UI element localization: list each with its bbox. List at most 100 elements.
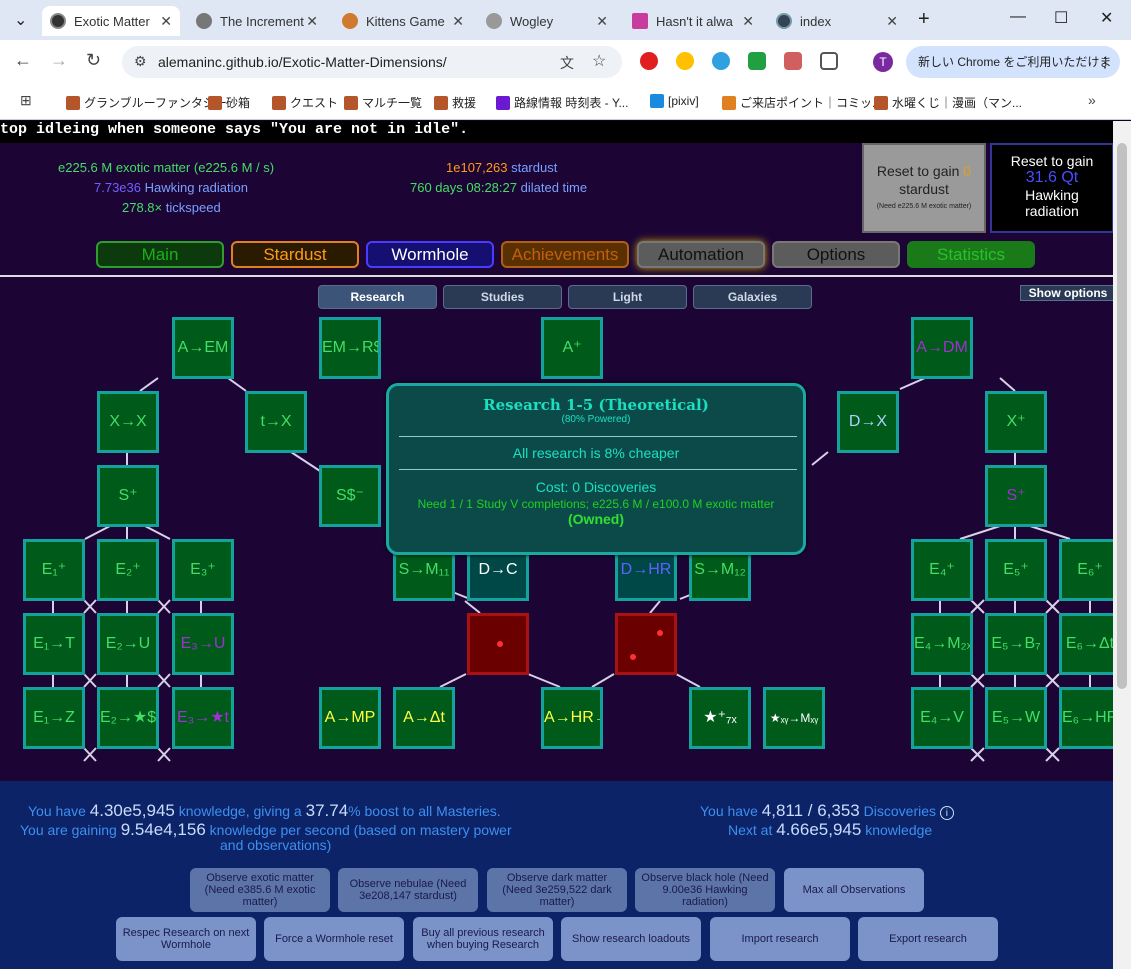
research-node[interactable]: E₅→B₇ [985, 613, 1047, 675]
profile-avatar[interactable]: T [873, 52, 893, 72]
maximize-icon[interactable]: ☐ [1054, 8, 1068, 28]
extensions-puzzle-icon[interactable] [820, 52, 838, 70]
respec-research-button[interactable]: Respec Research on next Wormhole [116, 917, 256, 961]
close-icon[interactable]: ✕ [596, 13, 608, 30]
close-icon[interactable]: ✕ [886, 13, 898, 30]
research-node[interactable]: t→X [245, 391, 307, 453]
research-node[interactable]: E₁→Z [23, 687, 85, 749]
research-node[interactable]: E₅⁺ [985, 539, 1047, 601]
reload-icon[interactable]: ↻ [86, 50, 101, 71]
bookmark-item[interactable]: マルチ一覧 [344, 94, 422, 111]
observe-nebulae-button[interactable]: Observe nebulae (Need 3e208,147 stardust… [338, 868, 478, 912]
research-node[interactable]: S⁺ [97, 465, 159, 527]
bookmark-item[interactable]: 砂箱 [208, 94, 250, 111]
research-node[interactable]: E₃⁺ [172, 539, 234, 601]
extension-folder-icon[interactable] [784, 52, 802, 70]
research-node[interactable]: E₂→U [97, 613, 159, 675]
observe-black-hole-button[interactable]: Observe black hole (Need 9.00e36 Hawking… [635, 868, 775, 912]
research-node[interactable]: E₁⁺ [23, 539, 85, 601]
address-bar[interactable]: ⚙ alemaninc.github.io/Exotic-Matter-Dime… [122, 46, 622, 78]
close-icon[interactable]: ✕ [160, 13, 172, 30]
research-node[interactable]: E₅→W [985, 687, 1047, 749]
browser-tab-increment[interactable]: The Increment ✕ [188, 6, 326, 36]
close-icon[interactable]: ✕ [452, 13, 464, 30]
site-info-icon[interactable]: ⚙ [134, 53, 147, 70]
info-icon[interactable]: i [939, 806, 954, 820]
research-node[interactable]: E₄→M₂ₓ [911, 613, 973, 675]
research-node[interactable]: EM→R$ [319, 317, 381, 379]
research-node[interactable]: X⁺ [985, 391, 1047, 453]
translate-icon[interactable]: 文 [560, 53, 574, 73]
extension-p-icon[interactable] [712, 52, 730, 70]
browser-tab-hasnt[interactable]: Hasn't it alwa ✕ [624, 6, 762, 36]
menu-icon[interactable]: ⋮ [1098, 46, 1112, 78]
extension-stop-icon[interactable] [640, 52, 658, 70]
tab-search-icon[interactable]: ⌄ [14, 10, 27, 30]
research-node[interactable]: ★⁺₇ₓ [689, 687, 751, 749]
chrome-update-button[interactable]: 新しい Chrome をご利用いただけます⋮ [906, 46, 1120, 101]
research-node[interactable]: E₄⁺ [911, 539, 973, 601]
research-node[interactable]: E₆→HR [1059, 687, 1121, 749]
minimize-icon[interactable]: — [1010, 8, 1026, 26]
research-node[interactable]: E₁→T [23, 613, 85, 675]
locked-research-node[interactable] [615, 613, 677, 675]
browser-tab-wogley[interactable]: Wogley ✕ [478, 6, 616, 36]
research-node-label: D→C [478, 561, 518, 578]
research-node-label: E₅→B₇ [991, 635, 1041, 652]
research-node[interactable]: A⁺ [541, 317, 603, 379]
more-bookmarks-icon[interactable]: » [1088, 92, 1096, 108]
research-node[interactable]: X→X [97, 391, 159, 453]
close-icon[interactable]: ✕ [306, 13, 318, 30]
bookmark-item[interactable]: 水曜くじ｜漫画（マン... [874, 94, 1022, 111]
research-node[interactable]: ★ₓᵧ→Mₓᵧ [763, 687, 825, 749]
bookmark-label: 救援 [452, 96, 477, 110]
research-node[interactable]: E₄→V [911, 687, 973, 749]
research-node[interactable]: D→X [837, 391, 899, 453]
scrollbar-thumb[interactable] [1117, 143, 1127, 689]
research-node[interactable]: S$⁻ [319, 465, 381, 527]
browser-tab-index[interactable]: index ✕ [768, 6, 906, 36]
star-icon[interactable]: ☆ [592, 51, 606, 71]
extension-face-icon[interactable] [676, 52, 694, 70]
bookmark-item[interactable]: ご来店ポイント｜コミッ... [722, 94, 882, 111]
browser-tab-exotic[interactable]: Exotic Matter ✕ [42, 6, 180, 36]
apps-grid-icon[interactable]: ⊞ [20, 92, 32, 109]
research-node[interactable]: E₃→★t [172, 687, 234, 749]
close-window-icon[interactable]: ✕ [1100, 8, 1113, 28]
import-research-button[interactable]: Import research [710, 917, 850, 961]
page-scrollbar[interactable] [1113, 121, 1131, 969]
locked-research-node[interactable] [467, 613, 529, 675]
close-icon[interactable]: ✕ [742, 13, 754, 30]
browser-tab-kittens[interactable]: Kittens Game ✕ [334, 6, 472, 36]
bookmark-item[interactable]: グランブルーファンタジー [66, 94, 227, 111]
show-research-loadouts-button[interactable]: Show research loadouts [561, 917, 701, 961]
research-node[interactable]: A→Δt [393, 687, 455, 749]
tab-strip: ⌄ Exotic Matter ✕ The Increment ✕ Kitten… [0, 0, 1131, 40]
observe-dark-matter-button[interactable]: Observe dark matter (Need 3e259,522 dark… [487, 868, 627, 912]
research-node[interactable]: E₃→U [172, 613, 234, 675]
kn-rate-suffix: knowledge per second (based on mastery p… [209, 822, 512, 838]
research-node[interactable]: E₆⁺ [1059, 539, 1121, 601]
bookmark-item[interactable]: クエスト [272, 94, 338, 111]
research-node-label: EM→R$ [322, 339, 381, 356]
bookmark-item[interactable]: 路線情報 時刻表 - Y... [496, 94, 628, 111]
research-node[interactable]: E₂⁺ [97, 539, 159, 601]
research-node[interactable]: A→DM [911, 317, 973, 379]
research-node[interactable]: S⁺ [985, 465, 1047, 527]
observe-exotic-matter-button[interactable]: Observe exotic matter (Need e385.6 M exo… [190, 868, 330, 912]
forward-icon[interactable]: → [50, 50, 68, 71]
research-node[interactable]: A→MP [319, 687, 381, 749]
research-node[interactable]: A→EM [172, 317, 234, 379]
max-observations-button[interactable]: Max all Observations [784, 868, 924, 912]
bookmark-item[interactable]: 救援 [434, 94, 476, 111]
back-icon[interactable]: ← [14, 50, 32, 71]
new-tab-icon[interactable]: + [918, 8, 930, 31]
buy-previous-research-button[interactable]: Buy all previous research when buying Re… [413, 917, 553, 961]
export-research-button[interactable]: Export research [858, 917, 998, 961]
bookmark-item[interactable]: [pixiv] [650, 94, 699, 108]
force-wormhole-reset-button[interactable]: Force a Wormhole reset [264, 917, 404, 961]
research-node[interactable]: A→HR→★ [541, 687, 603, 749]
extension-check-icon[interactable] [748, 52, 766, 70]
research-node[interactable]: E₂→★$ [97, 687, 159, 749]
research-node[interactable]: E₆→Δt [1059, 613, 1121, 675]
